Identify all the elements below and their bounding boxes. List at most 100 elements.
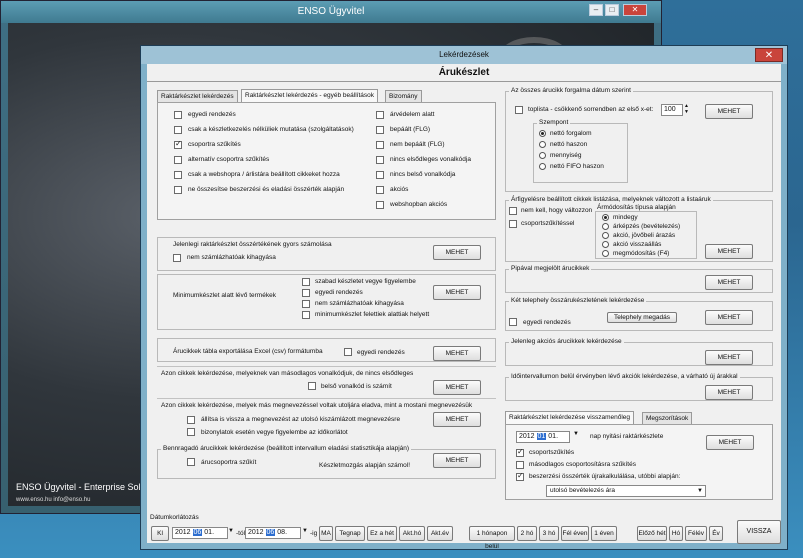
2-months-button[interactable]: 2 hó	[517, 526, 537, 541]
checkbox-flg-set[interactable]	[376, 126, 384, 134]
option-label: akciós	[390, 186, 409, 193]
month-button[interactable]: Hó	[669, 526, 683, 541]
checkbox-no-change-required[interactable]	[509, 207, 517, 215]
checkbox-alt-group[interactable]	[174, 156, 182, 164]
section-title: Minimumkészlet alatt lévő termékek	[173, 292, 276, 299]
checkbox-on-sale[interactable]	[376, 186, 384, 194]
go-button[interactable]: MEHET	[433, 346, 481, 361]
yesterday-button[interactable]: Tegnap	[335, 526, 365, 541]
radio-fifo-profit[interactable]	[539, 163, 546, 170]
checkbox-group-filter[interactable]	[509, 220, 517, 228]
go-button[interactable]: MEHET	[705, 310, 753, 325]
today-button[interactable]: MA	[319, 526, 333, 541]
maximize-icon[interactable]: □	[605, 4, 619, 16]
checkbox-price-protection[interactable]	[376, 111, 384, 119]
current-year-button[interactable]: Akt.év	[427, 526, 453, 541]
kl-button[interactable]: Kl	[151, 526, 169, 541]
checkbox-webshop-only[interactable]	[174, 171, 182, 179]
go-button[interactable]: MEHET	[705, 244, 753, 259]
tab-stock-query[interactable]: Raktárkészlet lekérdezés	[157, 90, 238, 102]
checkbox-toplist[interactable]	[515, 106, 523, 114]
checkbox-free-stock[interactable]	[302, 278, 310, 286]
date-to-suffix: -ig	[310, 530, 318, 537]
back-button[interactable]: VISSZA	[737, 520, 781, 544]
within-1-month-button[interactable]: 1 hónapon belül	[469, 526, 515, 550]
this-week-button[interactable]: Ez a hét	[367, 526, 397, 541]
radio-modification[interactable]	[602, 250, 609, 257]
checkbox-group-filter[interactable]	[516, 447, 524, 457]
tab-restrictions[interactable]: Megszorítások	[642, 412, 693, 424]
checkbox-custom-sort[interactable]	[302, 289, 310, 297]
site-setup-button[interactable]: Telephely megadás	[607, 312, 677, 323]
section-title: Azon cikkek lekérdezése, melyeknek van m…	[161, 370, 414, 377]
half-year-button[interactable]: Fél éven	[561, 526, 589, 541]
dialog-close-button[interactable]: ✕	[755, 48, 783, 62]
snapshot-date-input[interactable]: 2012 01 01.	[516, 431, 570, 443]
radio-label: nettó forgalom	[550, 130, 592, 137]
go-button[interactable]: MEHET	[705, 350, 753, 365]
go-button[interactable]: MEHET	[433, 412, 481, 427]
checkbox-secondary-group[interactable]	[516, 461, 524, 469]
date-day: 01.	[548, 433, 559, 440]
date-month: 01	[536, 433, 547, 440]
go-button[interactable]: MEHET	[705, 275, 753, 290]
divider	[157, 398, 496, 399]
checkbox-custom-sort[interactable]	[344, 348, 352, 356]
go-button[interactable]: MEHET	[433, 245, 481, 260]
radio-any[interactable]	[602, 214, 609, 221]
checkbox-skip-nonbillable[interactable]	[173, 254, 181, 262]
checkbox-time-limit[interactable]	[187, 428, 195, 436]
half-year-nav-button[interactable]: Félév	[685, 526, 707, 541]
cost-basis-dropdown[interactable]: utolsó bevételezés ára ▼	[546, 485, 706, 497]
chevron-down-icon[interactable]: ▼	[573, 431, 579, 437]
radio-quantity[interactable]	[539, 152, 546, 159]
checkbox-flg-not-set[interactable]	[376, 141, 384, 149]
1-year-button[interactable]: 1 éven	[591, 526, 617, 541]
checkbox-custom-sort[interactable]	[174, 111, 182, 119]
chevron-down-icon[interactable]: ▼	[228, 528, 234, 534]
radio-net-turnover[interactable]	[539, 130, 546, 137]
go-button[interactable]: MEHET	[433, 453, 481, 468]
close-icon[interactable]: ✕	[623, 4, 647, 16]
checkbox-no-summary[interactable]	[174, 186, 182, 194]
stepper-arrows-icon[interactable]: ▲ ▼	[684, 103, 689, 115]
checkbox-restore-name[interactable]	[187, 416, 195, 424]
date-from-input[interactable]: 2012 06 01.	[172, 527, 228, 539]
checkbox-skip-nonbillable[interactable]	[302, 300, 310, 308]
checkbox-services-only[interactable]	[174, 126, 182, 134]
chevron-down-icon[interactable]: ▼	[302, 528, 308, 534]
tab-backdated-stock[interactable]: Raktárkészlet lekérdezése visszamenőleg	[505, 411, 635, 424]
checkbox-custom-sort[interactable]	[509, 318, 517, 326]
radio-label: nettó haszon	[550, 141, 588, 148]
radio-future-pricing[interactable]	[602, 232, 609, 239]
checkbox-group-filter[interactable]	[187, 458, 195, 466]
checkbox-webshop-sale[interactable]	[376, 201, 384, 209]
tab-consignment[interactable]: Bizomány	[385, 90, 422, 102]
minimize-icon[interactable]: –	[589, 4, 603, 16]
current-month-button[interactable]: Akt.hó	[399, 526, 425, 541]
prev-week-button[interactable]: Előző hét	[637, 526, 667, 541]
go-button[interactable]: MEHET	[706, 435, 754, 450]
go-button[interactable]: MEHET	[433, 285, 481, 300]
checkbox-no-primary-barcode[interactable]	[376, 156, 384, 164]
date-to-input[interactable]: 2012 06 08.	[245, 527, 301, 539]
go-button[interactable]: MEHET	[433, 380, 481, 395]
toplist-count-input[interactable]: 100	[661, 104, 683, 116]
radio-pricing[interactable]	[602, 223, 609, 230]
date-day: 01.	[204, 529, 215, 536]
radio-net-profit[interactable]	[539, 141, 546, 148]
radio-promo-restore[interactable]	[602, 241, 609, 248]
tab-stock-other-settings[interactable]: Raktárkészlet lekérdezés - egyéb beállít…	[241, 89, 378, 102]
chevron-down-icon: ▼	[697, 488, 703, 494]
go-button[interactable]: MEHET	[705, 385, 753, 400]
checkbox-no-internal-barcode[interactable]	[376, 171, 384, 179]
year-button[interactable]: Év	[709, 526, 723, 541]
checkbox-above-min[interactable]	[302, 311, 310, 319]
checkbox-group-filter[interactable]	[174, 139, 182, 149]
checkbox-internal-barcode[interactable]	[308, 382, 316, 390]
checkbox-recalc-cost[interactable]	[516, 471, 524, 481]
3-months-button[interactable]: 3 hó	[539, 526, 559, 541]
radio-label: árképzés (bevételezés)	[613, 223, 681, 230]
go-button[interactable]: MEHET	[705, 104, 753, 119]
date-year: 2012	[248, 529, 264, 536]
